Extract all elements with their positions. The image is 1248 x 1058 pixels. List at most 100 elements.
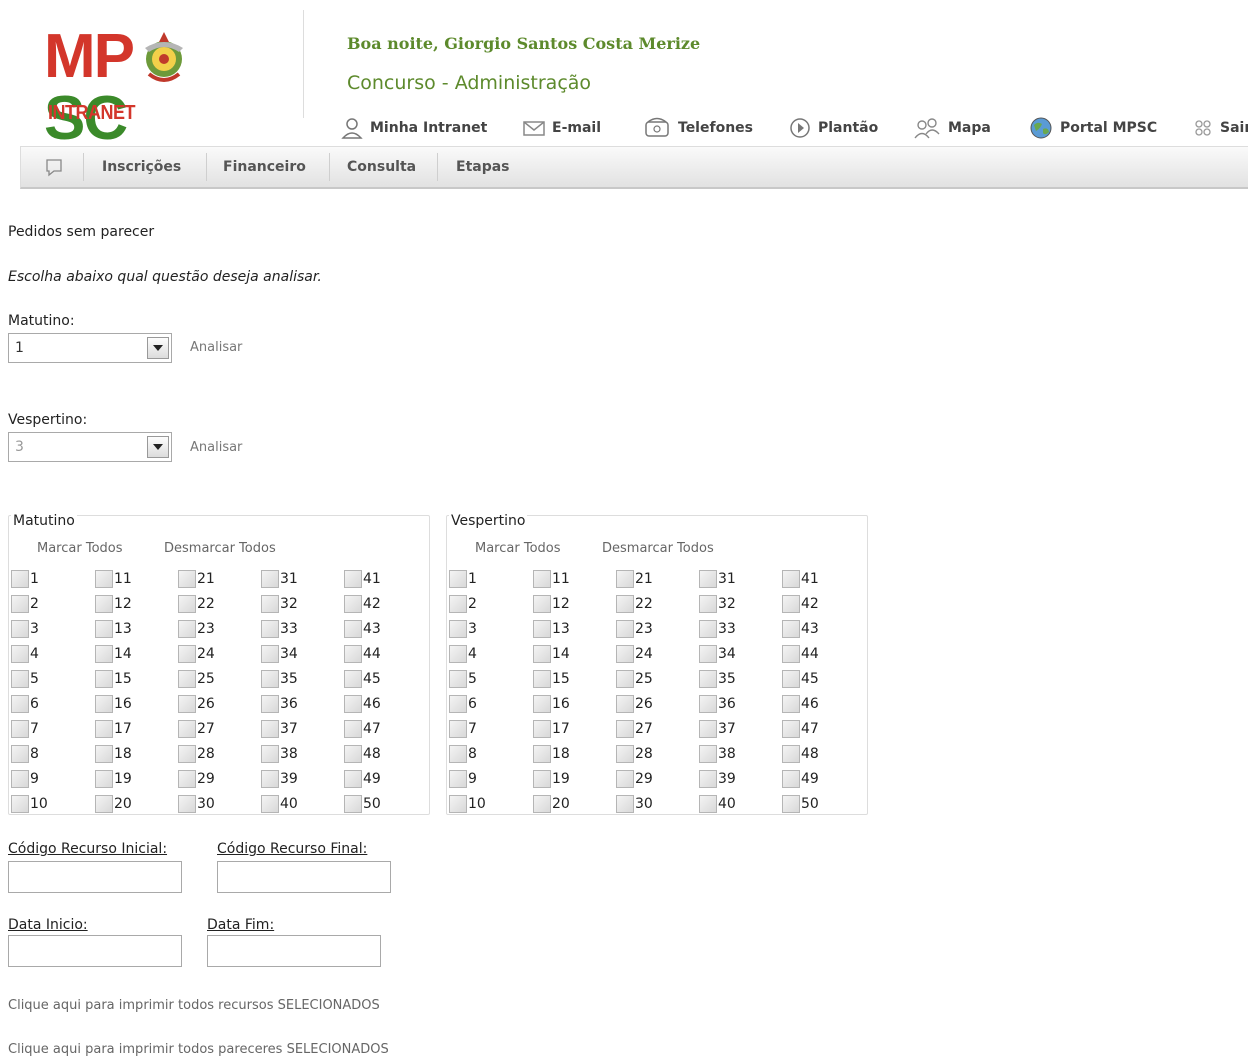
checkbox[interactable] [178, 794, 196, 813]
checkbox[interactable] [616, 594, 634, 613]
checkbox[interactable] [344, 569, 362, 588]
checkbox[interactable] [261, 769, 279, 788]
afternoon-question-checkbox[interactable]: 16 [533, 691, 570, 716]
checkbox[interactable] [616, 794, 634, 813]
morning-question-checkbox[interactable]: 7 [11, 716, 48, 741]
afternoon-question-checkbox[interactable]: 28 [616, 741, 653, 766]
morning-question-checkbox[interactable]: 28 [178, 741, 215, 766]
morning-question-select[interactable]: 1 [8, 333, 172, 363]
morning-question-checkbox[interactable]: 42 [344, 591, 381, 616]
analyze-morning-button[interactable]: Analisar [190, 340, 242, 355]
checkbox[interactable] [699, 769, 717, 788]
menu-item-financeiro[interactable]: Financeiro [223, 147, 306, 187]
checkbox[interactable] [782, 694, 800, 713]
checkbox[interactable] [449, 719, 467, 738]
morning-question-checkbox[interactable]: 43 [344, 616, 381, 641]
morning-question-checkbox[interactable]: 44 [344, 641, 381, 666]
checkbox[interactable] [178, 744, 196, 763]
afternoon-question-checkbox[interactable]: 26 [616, 691, 653, 716]
checkbox[interactable] [261, 644, 279, 663]
afternoon-question-checkbox[interactable]: 41 [782, 566, 819, 591]
checkbox[interactable] [261, 794, 279, 813]
checkbox[interactable] [533, 669, 551, 688]
print-selected-appeals-link[interactable]: Clique aqui para imprimir todos recursos… [8, 998, 380, 1013]
checkbox[interactable] [344, 644, 362, 663]
afternoon-question-checkbox[interactable]: 42 [782, 591, 819, 616]
menu-item-inscricoes[interactable]: Inscrições [102, 147, 181, 187]
morning-question-checkbox[interactable]: 26 [178, 691, 215, 716]
checkbox[interactable] [11, 719, 29, 738]
checkbox[interactable] [11, 619, 29, 638]
checkbox[interactable] [11, 594, 29, 613]
nav-sair[interactable]: Sair [1192, 114, 1248, 142]
checkbox[interactable] [344, 669, 362, 688]
afternoon-question-checkbox[interactable]: 2 [449, 591, 486, 616]
checkbox[interactable] [699, 644, 717, 663]
checkbox[interactable] [261, 719, 279, 738]
checkbox[interactable] [261, 594, 279, 613]
nav-minha-intranet[interactable]: Minha Intranet [340, 114, 487, 142]
afternoon-question-checkbox[interactable]: 9 [449, 766, 486, 791]
afternoon-question-checkbox[interactable]: 4 [449, 641, 486, 666]
morning-question-checkbox[interactable]: 36 [261, 691, 298, 716]
afternoon-question-checkbox[interactable]: 17 [533, 716, 570, 741]
afternoon-question-checkbox[interactable]: 14 [533, 641, 570, 666]
checkbox[interactable] [533, 619, 551, 638]
checkbox[interactable] [449, 744, 467, 763]
checkbox[interactable] [449, 694, 467, 713]
afternoon-question-checkbox[interactable]: 7 [449, 716, 486, 741]
code-start-input[interactable] [8, 861, 182, 893]
morning-question-checkbox[interactable]: 10 [11, 791, 48, 816]
morning-question-checkbox[interactable]: 37 [261, 716, 298, 741]
morning-question-checkbox[interactable]: 34 [261, 641, 298, 666]
afternoon-question-checkbox[interactable]: 1 [449, 566, 486, 591]
checkbox[interactable] [782, 644, 800, 663]
afternoon-question-checkbox[interactable]: 36 [699, 691, 736, 716]
checkbox[interactable] [178, 769, 196, 788]
morning-question-checkbox[interactable]: 13 [95, 616, 132, 641]
afternoon-question-checkbox[interactable]: 15 [533, 666, 570, 691]
checkbox[interactable] [616, 719, 634, 738]
afternoon-question-checkbox[interactable]: 44 [782, 641, 819, 666]
morning-question-checkbox[interactable]: 11 [95, 566, 132, 591]
morning-question-checkbox[interactable]: 31 [261, 566, 298, 591]
checkbox[interactable] [344, 769, 362, 788]
afternoon-question-checkbox[interactable]: 39 [699, 766, 736, 791]
afternoon-question-checkbox[interactable]: 46 [782, 691, 819, 716]
unmark-all-button[interactable]: Desmarcar Todos [164, 541, 276, 556]
morning-question-checkbox[interactable]: 18 [95, 741, 132, 766]
analyze-afternoon-button[interactable]: Analisar [190, 440, 242, 455]
afternoon-question-checkbox[interactable]: 37 [699, 716, 736, 741]
afternoon-question-checkbox[interactable]: 43 [782, 616, 819, 641]
morning-question-checkbox[interactable]: 38 [261, 741, 298, 766]
afternoon-question-checkbox[interactable]: 20 [533, 791, 570, 816]
morning-question-checkbox[interactable]: 49 [344, 766, 381, 791]
morning-question-checkbox[interactable]: 30 [178, 791, 215, 816]
morning-question-checkbox[interactable]: 17 [95, 716, 132, 741]
afternoon-question-checkbox[interactable]: 38 [699, 741, 736, 766]
afternoon-question-checkbox[interactable]: 47 [782, 716, 819, 741]
checkbox[interactable] [699, 669, 717, 688]
checkbox[interactable] [11, 694, 29, 713]
checkbox[interactable] [616, 669, 634, 688]
menu-item-consulta[interactable]: Consulta [347, 147, 416, 187]
checkbox[interactable] [178, 669, 196, 688]
checkbox[interactable] [95, 794, 113, 813]
morning-question-checkbox[interactable]: 1 [11, 566, 48, 591]
date-end-input[interactable] [207, 935, 381, 967]
morning-question-checkbox[interactable]: 14 [95, 641, 132, 666]
checkbox[interactable] [95, 669, 113, 688]
checkbox[interactable] [261, 694, 279, 713]
afternoon-question-checkbox[interactable]: 25 [616, 666, 653, 691]
afternoon-question-checkbox[interactable]: 27 [616, 716, 653, 741]
checkbox[interactable] [533, 769, 551, 788]
afternoon-question-checkbox[interactable]: 3 [449, 616, 486, 641]
checkbox[interactable] [11, 644, 29, 663]
checkbox[interactable] [533, 594, 551, 613]
afternoon-question-checkbox[interactable]: 40 [699, 791, 736, 816]
checkbox[interactable] [533, 694, 551, 713]
mpsc-logo[interactable]: MPSC INTRANET [44, 26, 254, 150]
afternoon-question-checkbox[interactable]: 13 [533, 616, 570, 641]
checkbox[interactable] [533, 744, 551, 763]
morning-question-checkbox[interactable]: 46 [344, 691, 381, 716]
